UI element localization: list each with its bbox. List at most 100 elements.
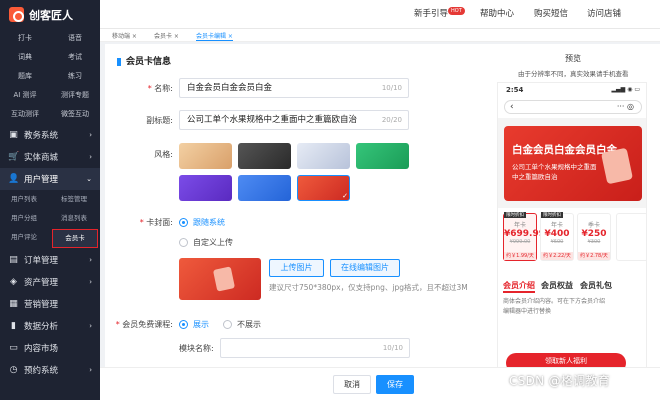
- plan-tag: 限时折扣: [541, 212, 563, 218]
- module-name-input[interactable]: 10/10: [220, 338, 410, 358]
- sidebar-group-label: 教务系统: [24, 131, 59, 141]
- cancel-button[interactable]: 取消: [333, 375, 371, 394]
- quick-nav-item[interactable]: 语音: [50, 29, 100, 48]
- guide-label: 新手引导: [414, 9, 449, 19]
- radio-label: 自定义上传: [193, 238, 233, 247]
- submenu-user-group[interactable]: 用户分组: [0, 209, 50, 228]
- cover-custom-upload-radio[interactable]: 自定义上传: [179, 237, 233, 248]
- brand-name: 创客匠人: [29, 8, 73, 22]
- style-swatch-black[interactable]: [238, 143, 291, 169]
- breadcrumb-tabs: 移动端 × 会员卡 × 会员卡编辑 ×: [100, 29, 660, 42]
- plan-name: 季卡: [587, 222, 600, 229]
- upload-image-button[interactable]: 上传图片: [269, 259, 324, 277]
- preview-tab-benefits[interactable]: 会员权益: [541, 280, 573, 291]
- submenu-messages[interactable]: 消息列表: [50, 209, 100, 228]
- style-swatch-silver[interactable]: [297, 143, 350, 169]
- submenu-comments[interactable]: 用户评论: [0, 228, 50, 247]
- plan-daily: 约￥2.78/天: [578, 252, 610, 260]
- quick-nav-item[interactable]: 互动测评: [0, 105, 50, 124]
- radio-unchecked-icon: [223, 320, 232, 329]
- style-swatch-red[interactable]: ✓: [297, 175, 350, 201]
- style-swatch-gold[interactable]: [179, 143, 232, 169]
- style-swatch-blue[interactable]: [238, 175, 291, 201]
- buy-sms-link[interactable]: 购买短信: [534, 7, 568, 19]
- asset-icon: ◈: [10, 277, 17, 287]
- market-icon: ▭: [9, 343, 18, 353]
- sidebar-group-analytics[interactable]: ▮ 数据分析 ›: [0, 315, 100, 337]
- cover-preview-image: [179, 258, 261, 300]
- sidebar-group-orders[interactable]: ▤ 订单管理 ›: [0, 249, 100, 271]
- quick-nav-item[interactable]: 微签互动: [50, 105, 100, 124]
- phone-preview: 2:54 ▂▄▆ ◉ ▭ ‹ ··· ◎ 白金会员白金会员白金 公司工单个水果规格…: [497, 82, 647, 372]
- name-label: * 名称:: [147, 84, 173, 93]
- subtitle-value: 公司工单个水果规格中之重面中之重篇欧自治: [187, 115, 358, 125]
- guide-link[interactable]: 新手引导 HOT: [414, 7, 465, 19]
- plan-price: ¥400: [544, 229, 570, 239]
- quick-nav-item[interactable]: 打卡: [0, 29, 50, 48]
- sidebar-group-label: 数据分析: [24, 322, 59, 332]
- quick-nav-item[interactable]: 词典: [0, 48, 50, 67]
- clock-icon: ◷: [9, 365, 18, 375]
- style-swatch-purple[interactable]: [179, 175, 232, 201]
- subtitle-input[interactable]: 公司工单个水果规格中之重面中之重篇欧自治 20/20: [179, 110, 409, 130]
- online-edit-image-button[interactable]: 在线编辑图片: [330, 259, 400, 277]
- more-icon: ··· ◎: [616, 102, 634, 111]
- tab-member-card-edit[interactable]: 会员卡编辑 ×: [196, 31, 233, 41]
- save-button[interactable]: 保存: [376, 375, 414, 394]
- sidebar: 创客匠人 打卡 语音 词典 考试 题库 练习 AI 测评 测评专题 互动测评 微…: [0, 0, 100, 400]
- sidebar-group-marketing[interactable]: ▦ 营销管理: [0, 293, 100, 315]
- brand-logo[interactable]: 创客匠人: [0, 0, 100, 29]
- sidebar-group-education[interactable]: ▣ 教务系统 ›: [0, 124, 100, 146]
- sidebar-group-booking[interactable]: ◷ 预约系统 ›: [0, 359, 100, 381]
- cover-size-hint: 建议尺寸750*380px，仅支持png、jpg格式，且不超过3M: [269, 283, 468, 292]
- plan-price: ¥250: [581, 229, 607, 239]
- sidebar-group-users[interactable]: 👤 用户管理 ⌄: [0, 168, 100, 190]
- name-input[interactable]: 白金会员白金会员白金 10/10: [179, 78, 409, 98]
- plan-old-price: ¥300: [587, 239, 601, 245]
- plan-old-price: ¥600: [550, 239, 564, 245]
- plan-card[interactable]: 限时折扣 年卡 ¥400 ¥600 约￥2.22/天: [540, 212, 574, 261]
- subtitle-label: 副标题:: [146, 116, 173, 125]
- quick-nav-item[interactable]: 考试: [50, 48, 100, 67]
- quick-nav-item[interactable]: 题库: [0, 67, 50, 86]
- tab-mobile[interactable]: 移动端 ×: [112, 31, 137, 40]
- preview-tab-intro[interactable]: 会员介绍: [503, 280, 535, 293]
- quick-nav-item[interactable]: 练习: [50, 67, 100, 86]
- sidebar-group-assets[interactable]: ◈ 资产管理 ›: [0, 271, 100, 293]
- cover-follow-system-radio[interactable]: 跟随系统: [179, 217, 225, 228]
- plan-price: ¥699.99: [504, 229, 545, 239]
- sidebar-group-content-market[interactable]: ▭ 内容市场: [0, 337, 100, 359]
- plan-card[interactable]: 季卡 ¥250 ¥300 约￥2.78/天: [577, 213, 611, 261]
- submenu-user-list[interactable]: 用户列表: [0, 190, 50, 209]
- module-count: 10/10: [382, 344, 403, 352]
- tab-member-card[interactable]: 会员卡 ×: [154, 31, 179, 40]
- chevron-right-icon: ›: [89, 256, 92, 264]
- style-swatch-green[interactable]: [356, 143, 409, 169]
- style-label: 风格:: [154, 150, 173, 159]
- sidebar-group-label: 实体商城: [24, 153, 59, 163]
- name-count: 10/10: [381, 84, 402, 92]
- member-card-preview: 白金会员白金会员白金 公司工单个水果规格中之重面中之重篇欧自治: [504, 126, 642, 201]
- user-icon: 👤: [8, 174, 20, 184]
- submenu-tags[interactable]: 标签管理: [50, 190, 100, 209]
- brand-logo-icon: [9, 7, 24, 22]
- help-center-link[interactable]: 帮助中心: [480, 7, 514, 19]
- radio-unchecked-icon: [179, 238, 188, 247]
- tab-label: 会员卡编辑: [196, 33, 227, 40]
- mini-nav-bar: ‹ ··· ◎: [504, 100, 642, 114]
- course-label: * 会员免费课程:: [115, 320, 173, 329]
- sidebar-group-mall[interactable]: 🛒 实体商城 ›: [0, 146, 100, 168]
- chevron-right-icon: ›: [89, 366, 92, 374]
- quick-nav-item[interactable]: AI 测评: [0, 86, 50, 105]
- course-show-radio[interactable]: 展示: [179, 319, 209, 330]
- course-hide-radio[interactable]: 不展示: [223, 319, 261, 330]
- chart-icon: ▮: [11, 321, 16, 331]
- plan-card[interactable]: 限时折扣 年卡 ¥699.99 ¥999.00 约￥1.99/天: [503, 212, 545, 261]
- subtitle-count: 20/20: [381, 116, 402, 124]
- tab-label: 会员卡: [154, 33, 173, 40]
- visit-store-link[interactable]: 访问店铺: [587, 7, 621, 19]
- submenu-member-card[interactable]: 会员卡: [52, 229, 98, 248]
- cover-label-text: 卡封面:: [146, 218, 173, 227]
- preview-tab-gifts[interactable]: 会员礼包: [580, 280, 612, 291]
- quick-nav-item[interactable]: 测评专题: [50, 86, 100, 105]
